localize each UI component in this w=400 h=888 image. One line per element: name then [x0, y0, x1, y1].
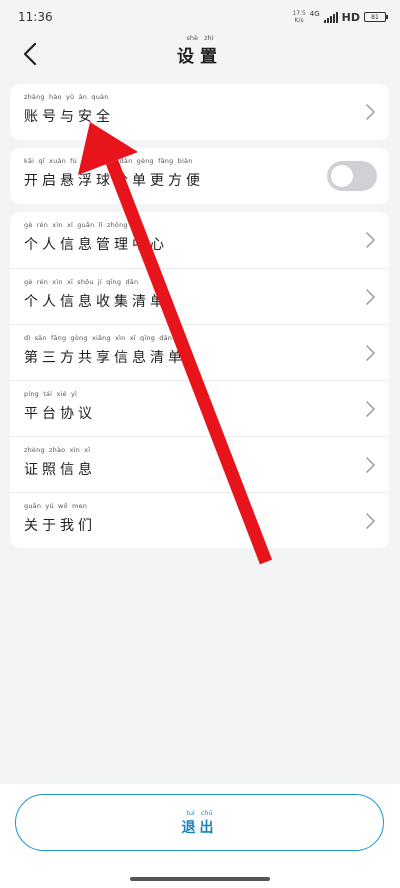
- status-time: 11:36: [18, 10, 53, 24]
- settings-group-info: gè rén xìn xī guǎn lǐ zhōng xīn 个人信息管理中心…: [10, 212, 389, 548]
- settings-item-label: 证照信息: [24, 461, 96, 478]
- chevron-right-icon: [366, 289, 375, 305]
- toggle-knob: [331, 165, 353, 187]
- home-indicator: [130, 877, 270, 881]
- settings-item-pinyin: guān yú wǒ men: [24, 502, 88, 510]
- settings-item-floating-ball: kāi qǐ xuán fú qiú qiǎng dān gèng fāng b…: [10, 148, 389, 204]
- chevron-right-icon: [366, 457, 375, 473]
- page-title: shè zhì 设置: [177, 34, 223, 67]
- settings-item-pinyin: zhàng hào yǔ ān quán: [24, 93, 109, 101]
- settings-item-label: 账号与安全: [24, 109, 114, 125]
- chevron-right-icon: [366, 232, 375, 248]
- settings-item-pinyin: kāi qǐ xuán fú qiú qiǎng dān gèng fāng b…: [24, 157, 193, 165]
- network-speed-unit: K/s: [294, 17, 304, 24]
- settings-item-label: 第三方共享信息清单: [24, 349, 186, 366]
- settings-item-personal-info-list[interactable]: gè rén xìn xī shōu jí qīng dān 个人信息收集清单: [10, 268, 389, 324]
- network-speed-value: 17.5: [292, 10, 306, 17]
- settings-item-personal-info-center[interactable]: gè rén xìn xī guǎn lǐ zhōng xīn 个人信息管理中心: [10, 212, 389, 268]
- settings-item-account-security[interactable]: zhàng hào yǔ ān quán 账号与安全: [10, 84, 389, 140]
- status-bar: 11:36 17.5 K/s 4G HD 81: [0, 0, 400, 34]
- settings-item-label: 个人信息收集清单: [24, 293, 168, 310]
- settings-group-floating-ball: kāi qǐ xuán fú qiú qiǎng dān gèng fāng b…: [10, 148, 389, 204]
- settings-group-account: zhàng hào yǔ ān quán 账号与安全: [10, 84, 389, 140]
- chevron-right-icon: [366, 104, 375, 120]
- chevron-right-icon: [366, 513, 375, 529]
- bottom-bar: tuì chū 退出: [0, 784, 400, 888]
- status-icons: 17.5 K/s 4G HD 81: [292, 10, 388, 24]
- page-title-pinyin: shè zhì: [186, 33, 214, 42]
- settings-item-platform-agreement[interactable]: píng tái xié yì 平台协议: [10, 380, 389, 436]
- settings-item-third-party-sharing[interactable]: dì sān fāng gòng xiǎng xìn xī qīng dān 第…: [10, 324, 389, 380]
- floating-ball-toggle[interactable]: [327, 161, 377, 191]
- settings-item-label: 平台协议: [24, 405, 96, 422]
- signal-icon: [323, 11, 338, 23]
- settings-item-pinyin: zhèng zhào xìn xī: [24, 446, 91, 454]
- settings-item-pinyin: gè rén xìn xī guǎn lǐ zhōng xīn: [24, 221, 143, 229]
- hd-indicator: HD: [341, 10, 360, 24]
- back-button[interactable]: [14, 38, 46, 70]
- logout-pinyin: tuì chū: [186, 808, 213, 817]
- chevron-right-icon: [366, 401, 375, 417]
- battery-icon: 81: [364, 12, 388, 22]
- settings-item-label: 关于我们: [24, 517, 96, 534]
- chevron-left-icon: [23, 42, 37, 66]
- network-speed: 17.5 K/s: [292, 10, 305, 24]
- page-title-text: 设置: [177, 46, 223, 67]
- settings-item-pinyin: píng tái xié yì: [24, 390, 78, 398]
- battery-level: 81: [371, 13, 379, 21]
- chevron-right-icon: [366, 345, 375, 361]
- settings-item-pinyin: gè rén xìn xī shōu jí qīng dān: [24, 278, 139, 286]
- network-type: 4G: [309, 10, 320, 18]
- settings-item-about-us[interactable]: guān yú wǒ men 关于我们: [10, 492, 389, 548]
- nav-bar: shè zhì 设置: [0, 34, 400, 74]
- logout-button[interactable]: tuì chū 退出: [15, 794, 384, 851]
- settings-item-label: 个人信息管理中心: [24, 237, 168, 253]
- settings-item-license-info[interactable]: zhèng zhào xìn xī 证照信息: [10, 436, 389, 492]
- settings-item-pinyin: dì sān fāng gòng xiǎng xìn xī qīng dān: [24, 334, 173, 342]
- logout-label: 退出: [181, 819, 218, 836]
- settings-item-label: 开启悬浮球抢单更方便: [24, 173, 204, 189]
